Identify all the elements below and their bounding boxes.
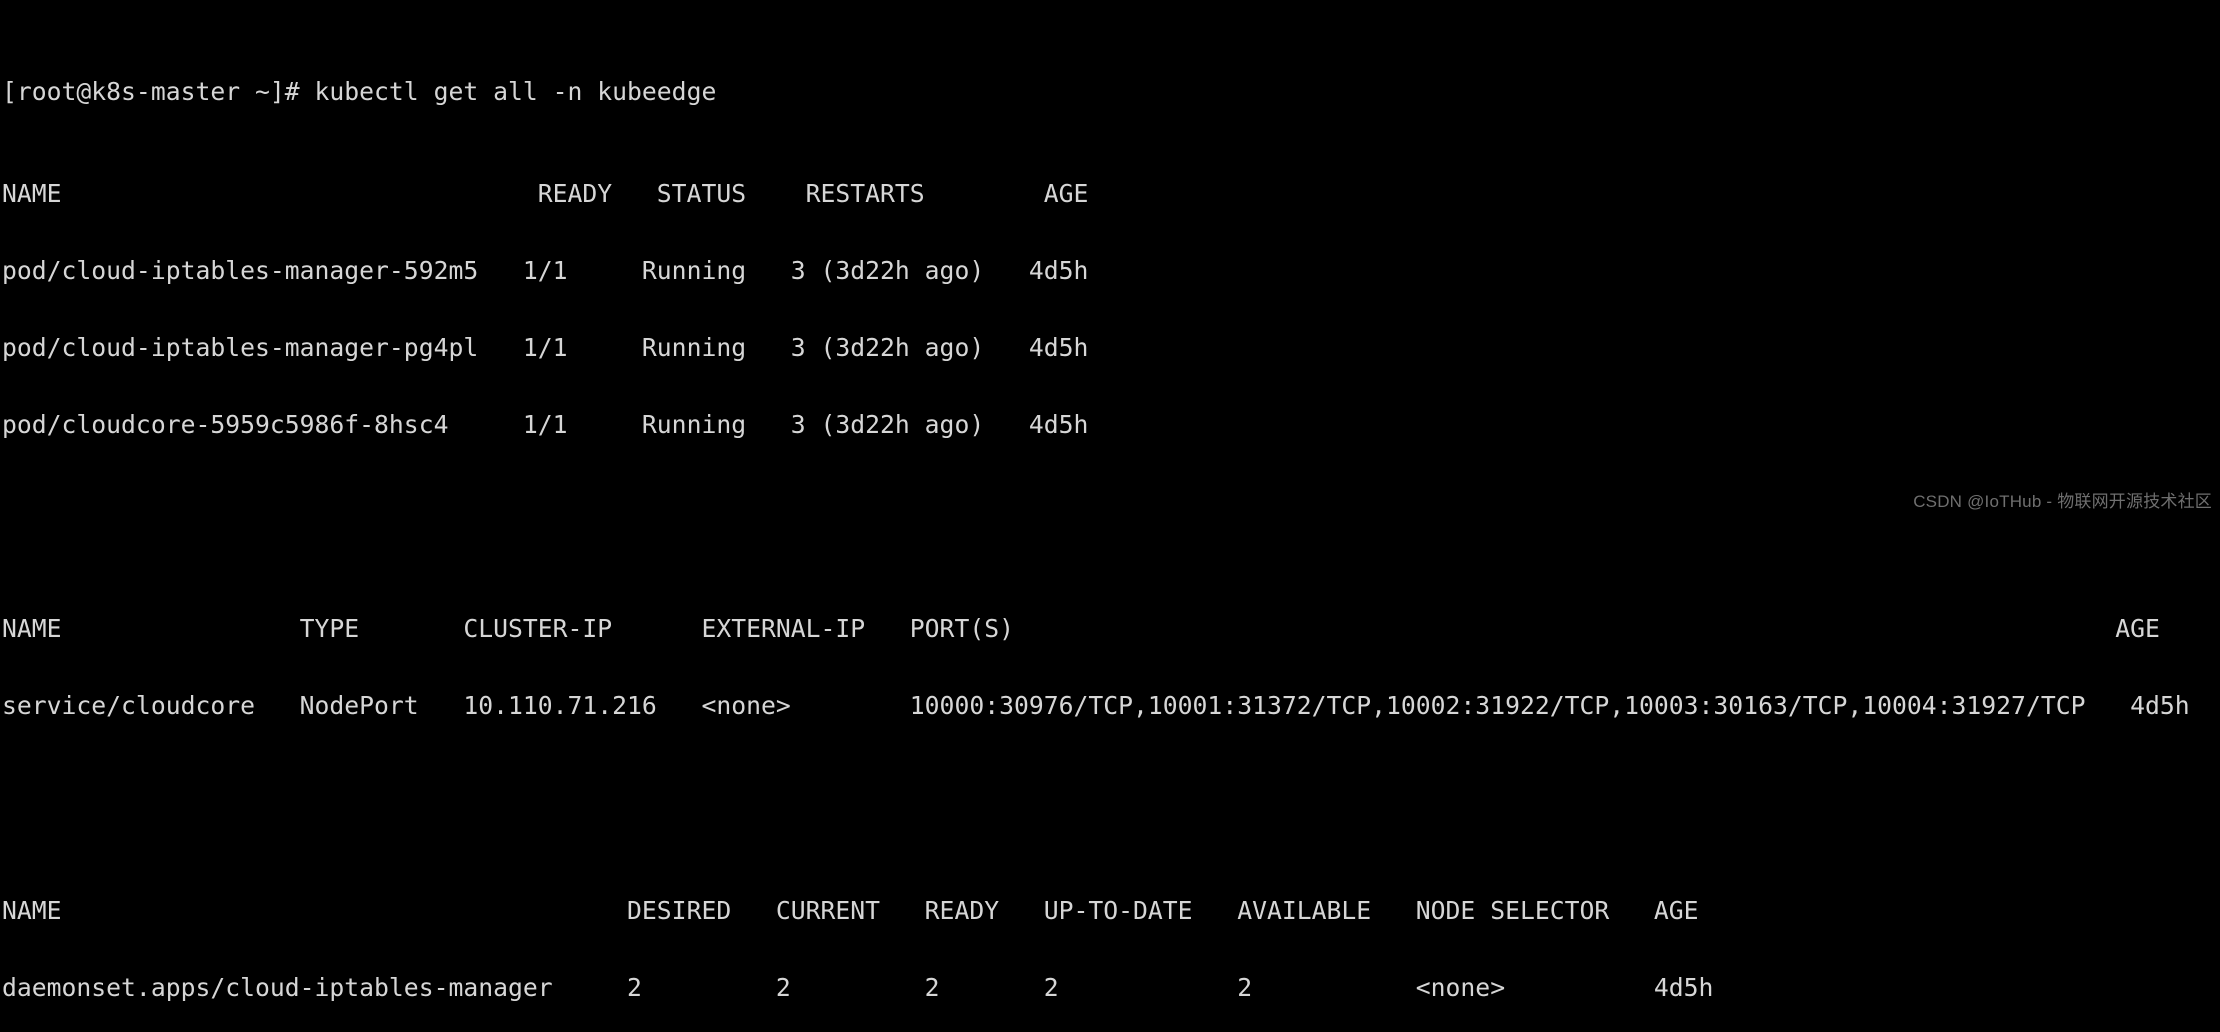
pods-header-row: NAME READY STATUS RESTARTS AGE [2, 179, 1089, 209]
table-row: service/cloudcore NodePort 10.110.71.216… [2, 691, 2190, 721]
table-row: pod/cloudcore-5959c5986f-8hsc4 1/1 Runni… [2, 409, 1089, 439]
table-row: pod/cloud-iptables-manager-pg4pl 1/1 Run… [2, 332, 1089, 362]
table-row: pod/cloud-iptables-manager-592m5 1/1 Run… [2, 255, 1089, 285]
terminal-window[interactable]: [root@k8s-master ~]# kubectl get all -n … [0, 0, 2220, 1000]
watermark: CSDN @IoTHub - 物联网开源技术社区 [1913, 492, 2212, 511]
services-header-row: NAME TYPE CLUSTER-IP EXTERNAL-IP PORT(S)… [2, 614, 2160, 644]
table-row: daemonset.apps/cloud-iptables-manager 2 … [2, 972, 1714, 1002]
daemonsets-header-row: NAME DESIRED CURRENT READY UP-TO-DATE AV… [2, 895, 1699, 925]
command-line: [root@k8s-master ~]# kubectl get all -n … [2, 76, 717, 106]
